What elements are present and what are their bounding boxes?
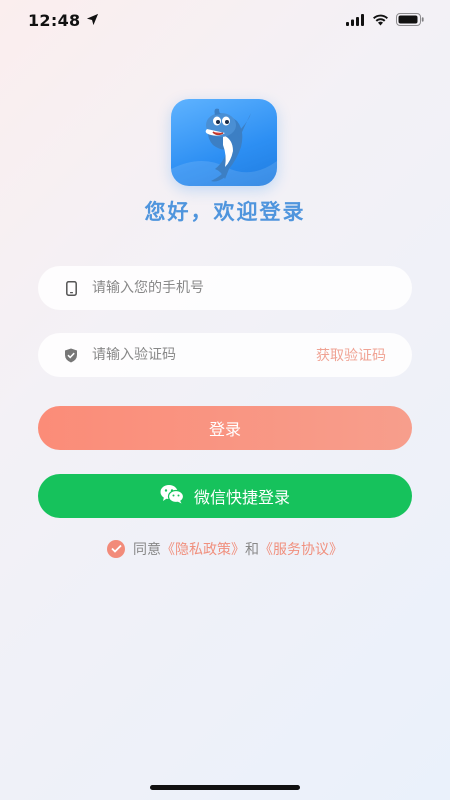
phone-icon bbox=[64, 280, 78, 296]
wechat-login-button[interactable]: 微信快捷登录 bbox=[38, 474, 412, 518]
wechat-icon bbox=[160, 484, 185, 508]
agreement-row: 同意《隐私政策》和《服务协议》 bbox=[0, 539, 450, 559]
dolphin-mascot-icon bbox=[171, 108, 277, 186]
privacy-policy-link[interactable]: 《隐私政策》 bbox=[161, 542, 245, 558]
get-code-button[interactable]: 获取验证码 bbox=[316, 345, 386, 365]
wechat-login-label: 微信快捷登录 bbox=[193, 488, 290, 507]
app-logo bbox=[171, 99, 277, 186]
location-arrow-icon bbox=[86, 11, 99, 30]
status-left: 12:48 bbox=[28, 11, 99, 30]
welcome-title: 您好，欢迎登录 bbox=[144, 199, 306, 224]
login-button[interactable]: 登录 bbox=[38, 406, 412, 450]
status-bar: 12:48 bbox=[0, 0, 450, 40]
agreement-and: 和 bbox=[245, 542, 259, 558]
checkmark-icon bbox=[110, 541, 122, 557]
agreement-checkbox[interactable] bbox=[107, 540, 125, 558]
agreement-prefix: 同意 bbox=[133, 542, 161, 558]
status-time: 12:48 bbox=[28, 10, 81, 30]
wifi-icon bbox=[372, 11, 389, 30]
service-agreement-link[interactable]: 《服务协议》 bbox=[259, 542, 343, 558]
signal-icon bbox=[346, 11, 365, 30]
phone-field[interactable] bbox=[38, 266, 412, 310]
status-right bbox=[346, 11, 424, 30]
shield-icon bbox=[64, 347, 78, 363]
phone-input[interactable] bbox=[92, 280, 386, 296]
battery-icon bbox=[396, 11, 424, 30]
code-field[interactable]: 获取验证码 bbox=[38, 333, 412, 377]
code-input[interactable] bbox=[92, 347, 316, 363]
home-indicator bbox=[150, 785, 300, 790]
